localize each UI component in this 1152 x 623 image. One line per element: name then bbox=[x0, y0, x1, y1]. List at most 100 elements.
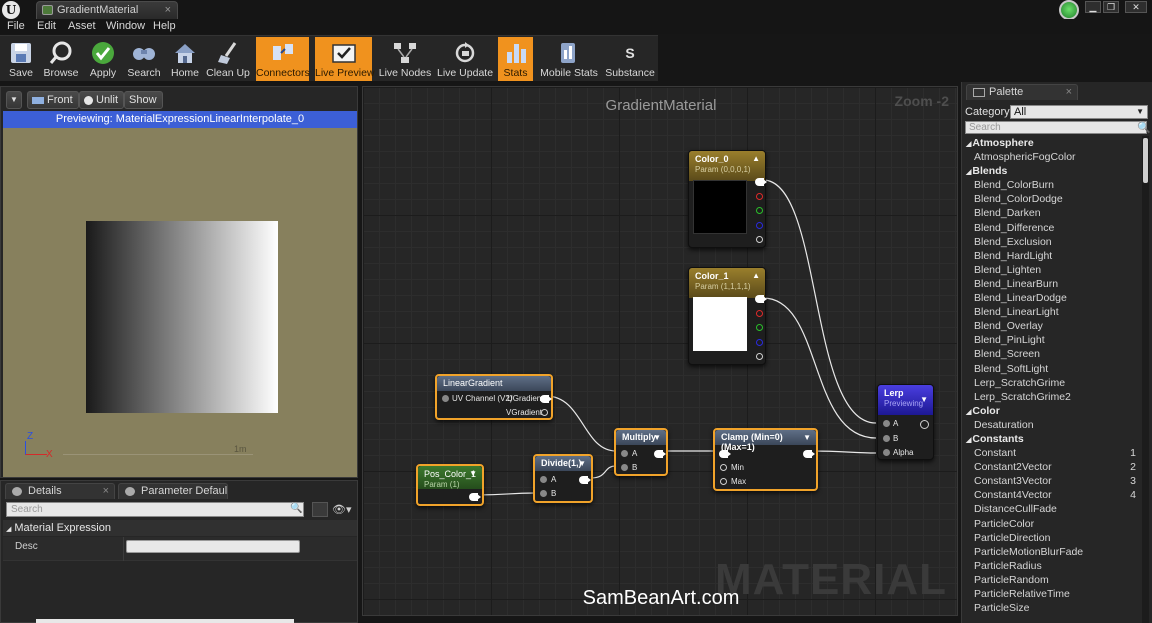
palette-item[interactable]: Blend_Screen bbox=[964, 347, 1140, 361]
show-flags-button[interactable]: Show bbox=[124, 91, 163, 109]
live-update-button[interactable]: Live Update bbox=[437, 37, 493, 81]
expand-caret-icon[interactable]: ▼ bbox=[653, 433, 661, 442]
node-pos-color-1[interactable]: Pos_Color_1 Param (1) ▼ bbox=[416, 464, 484, 506]
close-window-button[interactable]: ✕ bbox=[1125, 1, 1147, 13]
browse-button[interactable]: Browse bbox=[42, 37, 80, 81]
home-button[interactable]: Home bbox=[168, 37, 202, 81]
palette-item[interactable]: Blend_PinLight bbox=[964, 333, 1140, 347]
palette-category[interactable]: ◢Constants bbox=[964, 432, 1140, 446]
expand-caret-icon[interactable]: ▼ bbox=[578, 459, 586, 468]
node-divide-b-pin[interactable] bbox=[540, 490, 547, 497]
save-button[interactable]: Save bbox=[3, 37, 39, 81]
node-color-1[interactable]: Color_1 Param (1,1,1,1) ▲ bbox=[688, 267, 767, 365]
node-linear-gradient-ugradient-pin[interactable] bbox=[540, 395, 552, 403]
palette-scrollbar-thumb[interactable] bbox=[1143, 138, 1148, 183]
palette-item[interactable]: ParticleRelativeTime bbox=[964, 587, 1140, 601]
expand-caret-icon[interactable]: ▼ bbox=[469, 469, 477, 478]
document-tab[interactable]: GradientMaterial × bbox=[36, 1, 178, 19]
palette-item[interactable]: ParticleDirection bbox=[964, 531, 1140, 545]
node-multiply-b-pin[interactable] bbox=[621, 464, 628, 471]
material-graph[interactable]: GradientMaterial Zoom -2 MATERIAL Color_… bbox=[362, 86, 958, 616]
palette-item[interactable]: Constant4Vector 4 bbox=[964, 488, 1140, 502]
palette-item[interactable]: Constant 1 bbox=[964, 446, 1140, 460]
property-matrix-button[interactable] bbox=[312, 502, 328, 517]
node-color-1-b-pin[interactable] bbox=[756, 339, 763, 346]
palette-item[interactable]: Desaturation bbox=[964, 418, 1140, 432]
node-multiply-a-pin[interactable] bbox=[621, 450, 628, 457]
collapse-caret-icon[interactable]: ▲ bbox=[752, 154, 760, 163]
node-color-1-rgb-pin[interactable] bbox=[755, 295, 767, 303]
menu-window[interactable]: Window bbox=[106, 20, 145, 32]
node-color-0-g-pin[interactable] bbox=[756, 207, 763, 214]
palette-item[interactable]: Blend_Difference bbox=[964, 221, 1140, 235]
node-color-1-g-pin[interactable] bbox=[756, 324, 763, 331]
node-linear-gradient[interactable]: LinearGradient UV Channel (V2) UGradient… bbox=[435, 374, 553, 420]
menu-asset[interactable]: Asset bbox=[68, 20, 96, 32]
node-color-0-a-pin[interactable] bbox=[756, 236, 763, 243]
tab-parameter-defaults[interactable]: Parameter Default bbox=[118, 483, 228, 499]
close-details-icon[interactable]: × bbox=[103, 484, 109, 499]
unlit-view-button[interactable]: Unlit bbox=[79, 91, 125, 109]
source-control-status-icon[interactable] bbox=[1059, 0, 1079, 20]
node-multiply[interactable]: Multiply ▼ A B bbox=[614, 428, 668, 476]
node-linear-gradient-vgradient-pin[interactable] bbox=[541, 409, 548, 416]
desc-field[interactable] bbox=[126, 540, 300, 553]
node-lerp-output-pin[interactable] bbox=[920, 420, 929, 429]
palette-item[interactable]: Blend_ColorBurn bbox=[964, 178, 1140, 192]
palette-item[interactable]: Blend_LinearLight bbox=[964, 305, 1140, 319]
tab-palette[interactable]: Palette × bbox=[966, 84, 1078, 100]
palette-search-input[interactable]: Search bbox=[965, 121, 1147, 134]
node-lerp[interactable]: Lerp Previewing ▼ A B Alpha bbox=[877, 384, 934, 460]
palette-category[interactable]: ◢Atmosphere bbox=[964, 136, 1140, 150]
live-preview-button[interactable]: Live Preview bbox=[315, 37, 375, 81]
material-expression-section[interactable]: ◢ Material Expression bbox=[3, 520, 357, 536]
apply-button[interactable]: Apply bbox=[85, 37, 121, 81]
viewport-options-button[interactable]: ▼ bbox=[6, 91, 22, 109]
palette-item[interactable]: DistanceCullFade bbox=[964, 502, 1140, 516]
menu-file[interactable]: File bbox=[7, 20, 25, 32]
collapse-caret-icon[interactable]: ▲ bbox=[752, 271, 760, 280]
tab-details[interactable]: Details × bbox=[5, 483, 115, 499]
node-multiply-output-pin[interactable] bbox=[654, 450, 666, 458]
expand-caret-icon[interactable]: ▼ bbox=[920, 395, 928, 404]
node-lerp-alpha-pin[interactable] bbox=[883, 449, 890, 456]
palette-item[interactable]: Lerp_ScratchGrime bbox=[964, 376, 1140, 390]
stats-button[interactable]: Stats bbox=[498, 37, 533, 81]
close-tab-icon[interactable]: × bbox=[165, 2, 171, 18]
mobile-stats-button[interactable]: Mobile Stats bbox=[539, 37, 599, 81]
node-pos-color-1-output-pin[interactable] bbox=[469, 493, 481, 501]
node-lerp-a-pin[interactable] bbox=[883, 420, 890, 427]
node-color-1-a-pin[interactable] bbox=[756, 353, 763, 360]
palette-category[interactable]: ◢Color bbox=[964, 404, 1140, 418]
front-view-button[interactable]: Front bbox=[27, 91, 79, 109]
node-color-0-rgb-pin[interactable] bbox=[755, 178, 767, 186]
live-nodes-button[interactable]: Live Nodes bbox=[378, 37, 432, 81]
clean-up-button[interactable]: Clean Up bbox=[205, 37, 251, 81]
palette-item[interactable]: Constant2Vector 2 bbox=[964, 460, 1140, 474]
palette-item[interactable]: Blend_SoftLight bbox=[964, 362, 1140, 376]
node-clamp-min-pin[interactable] bbox=[720, 464, 727, 471]
palette-item[interactable]: ParticleColor bbox=[964, 517, 1140, 531]
node-clamp[interactable]: Clamp (Min=0) (Max=1) ▼ Min Max bbox=[713, 428, 818, 491]
palette-item[interactable]: Blend_LinearDodge bbox=[964, 291, 1140, 305]
palette-item[interactable]: AtmosphericFogColor bbox=[964, 150, 1140, 164]
node-clamp-input-pin[interactable] bbox=[719, 450, 731, 458]
substance-button[interactable]: S Substance bbox=[604, 37, 656, 81]
palette-item[interactable]: Blend_LinearBurn bbox=[964, 277, 1140, 291]
palette-item[interactable]: Blend_Darken bbox=[964, 206, 1140, 220]
palette-item[interactable]: Blend_HardLight bbox=[964, 249, 1140, 263]
palette-category[interactable]: ◢Blends bbox=[964, 164, 1140, 178]
palette-item[interactable]: Constant3Vector 3 bbox=[964, 474, 1140, 488]
node-linear-gradient-uv-pin[interactable] bbox=[442, 395, 449, 402]
node-color-1-r-pin[interactable] bbox=[756, 310, 763, 317]
maximize-button[interactable]: ❐ bbox=[1103, 1, 1119, 13]
node-color-0[interactable]: Color_0 Param (0,0,0,1) ▲ bbox=[688, 150, 767, 248]
menu-help[interactable]: Help bbox=[153, 20, 176, 32]
palette-item[interactable]: ParticleRandom bbox=[964, 573, 1140, 587]
connectors-button[interactable]: Connectors bbox=[256, 37, 310, 81]
node-clamp-max-pin[interactable] bbox=[720, 478, 727, 485]
details-search-input[interactable]: Search bbox=[6, 502, 304, 517]
view-options-icon[interactable]: 👁▾ bbox=[332, 503, 352, 516]
palette-scrollbar[interactable] bbox=[1142, 136, 1149, 623]
node-divide-output-pin[interactable] bbox=[579, 476, 591, 484]
